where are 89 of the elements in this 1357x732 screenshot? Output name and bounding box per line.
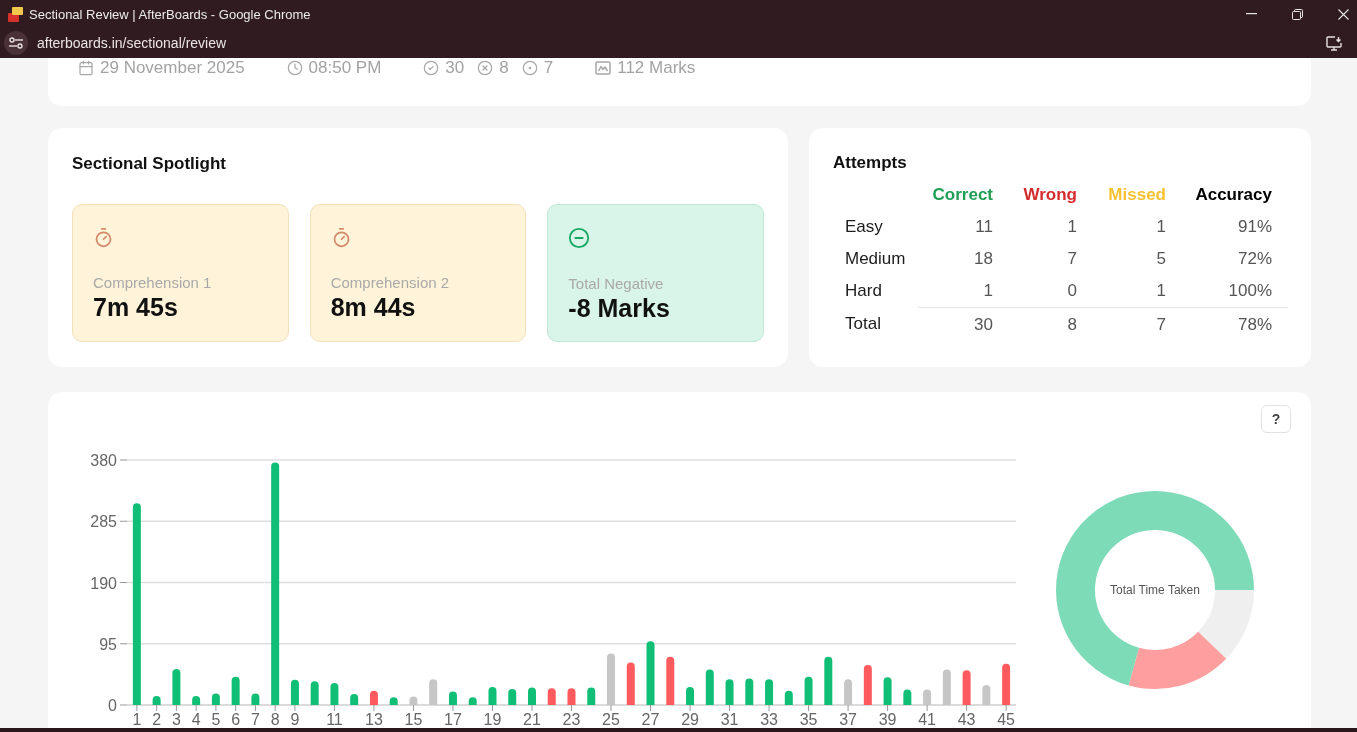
summary-stat: 8 bbox=[499, 59, 509, 77]
stopwatch-icon bbox=[93, 227, 114, 248]
clock-icon bbox=[286, 60, 303, 76]
table-cell-text: 18 bbox=[973, 248, 993, 270]
column-header: Accuracy bbox=[1194, 184, 1273, 206]
table-cell-text: 100% bbox=[1227, 280, 1273, 302]
tile-value: -8 Marks bbox=[568, 293, 670, 323]
table-cell-text: 91% bbox=[1236, 216, 1273, 238]
close-icon bbox=[1338, 8, 1349, 20]
x-axis-label: 45 bbox=[997, 711, 1015, 727]
minus-circle-icon bbox=[568, 227, 591, 249]
x-axis-label: 4 bbox=[191, 711, 201, 727]
x-axis-label: 8 bbox=[270, 711, 280, 727]
row-label: Hard bbox=[844, 280, 883, 302]
row-label: Total bbox=[844, 313, 882, 335]
dot-circle-icon bbox=[521, 60, 538, 76]
tile-value: 7m 45s bbox=[93, 292, 178, 322]
x-axis-label: 11 bbox=[326, 711, 343, 727]
table-cell-text: 0 bbox=[1066, 280, 1077, 302]
table-cell-text: 1 bbox=[1066, 216, 1077, 238]
y-axis-label: 0 bbox=[108, 697, 117, 714]
y-axis-label: 190 bbox=[90, 574, 117, 592]
table-cell-text: 1 bbox=[982, 280, 993, 302]
x-axis-label: 37 bbox=[839, 711, 857, 727]
table-cell: 78% bbox=[1166, 307, 1288, 341]
x-axis-label: 13 bbox=[365, 711, 383, 727]
table-cell: 8 bbox=[993, 307, 1077, 341]
column-header: Wrong bbox=[1022, 184, 1077, 206]
x-axis-label: 25 bbox=[602, 711, 620, 727]
x-axis-label: 21 bbox=[523, 711, 541, 727]
column-header: Correct bbox=[931, 184, 993, 206]
x-axis-label: 43 bbox=[957, 711, 976, 727]
table-cell-text: 7 bbox=[1066, 248, 1077, 270]
x-circle-icon bbox=[477, 60, 494, 76]
tile-value: 8m 44s bbox=[330, 292, 416, 322]
table-cell-text: 1 bbox=[1155, 216, 1166, 238]
card-title: Sectional Spotlight bbox=[72, 154, 227, 174]
x-axis-label: 31 bbox=[720, 711, 739, 727]
favicon-icon bbox=[8, 6, 23, 22]
x-axis-label: 19 bbox=[483, 711, 502, 727]
x-axis-label: 17 bbox=[444, 711, 462, 727]
summary-stat: 7 bbox=[543, 59, 554, 77]
card-title: Attempts bbox=[833, 153, 907, 173]
x-axis-label: 27 bbox=[641, 711, 660, 727]
x-axis-label: 41 bbox=[918, 711, 936, 727]
column-header: Missed bbox=[1107, 184, 1166, 206]
table-cell-text: 11 bbox=[974, 216, 993, 238]
tile-label: Comprehension 2 bbox=[330, 274, 450, 292]
x-axis-label: 15 bbox=[404, 711, 423, 727]
x-axis-label: 6 bbox=[231, 711, 241, 727]
x-axis-label: 2 bbox=[152, 711, 162, 727]
site-info-button[interactable] bbox=[4, 31, 28, 55]
donut-center-label: Total Time Taken bbox=[1110, 583, 1200, 597]
check-circle-icon bbox=[423, 60, 440, 76]
table-cell-text: 1 bbox=[1155, 280, 1166, 302]
table-cell: 7 bbox=[1077, 307, 1166, 341]
summary-stat: 112 Marks bbox=[617, 59, 696, 77]
x-axis-label: 1 bbox=[132, 711, 142, 727]
x-axis-label: 29 bbox=[681, 711, 699, 727]
x-axis-label: 7 bbox=[250, 711, 260, 727]
table-cell: 30 bbox=[918, 307, 993, 341]
graph-frame-icon bbox=[595, 60, 612, 76]
help-button[interactable]: ? bbox=[1261, 405, 1291, 433]
x-axis-label: 33 bbox=[760, 711, 778, 727]
url-text[interactable]: afterboards.in/sectional/review bbox=[37, 35, 227, 51]
row-label: Medium bbox=[844, 248, 907, 270]
monitor-download-icon bbox=[1326, 35, 1342, 51]
x-axis-label: 23 bbox=[562, 711, 581, 727]
table-cell-text: 72% bbox=[1236, 248, 1273, 270]
row-label: Easy bbox=[844, 216, 884, 238]
y-axis-label: 95 bbox=[99, 635, 117, 653]
x-axis-label: 9 bbox=[290, 711, 300, 727]
tile-label: Total Negative bbox=[568, 275, 664, 293]
summary-stat: 30 bbox=[445, 59, 465, 77]
calendar-icon bbox=[78, 60, 94, 76]
minimize-icon bbox=[1245, 13, 1257, 15]
x-axis-label: 35 bbox=[799, 711, 818, 727]
y-axis-label: 285 bbox=[90, 513, 117, 531]
summary-stat: 08:50 PM bbox=[308, 59, 382, 77]
table-cell-text: 5 bbox=[1155, 248, 1166, 270]
x-axis-label: 5 bbox=[211, 711, 221, 727]
restore-icon bbox=[1291, 8, 1303, 20]
y-axis-label: 380 bbox=[90, 452, 117, 469]
x-axis-label: 3 bbox=[171, 711, 181, 727]
tune-icon bbox=[9, 37, 23, 49]
x-axis-label: 39 bbox=[878, 711, 897, 727]
summary-stat: 29 November 2025 bbox=[100, 59, 245, 77]
window-title: Sectional Review | AfterBoards - Google Chrome bbox=[29, 6, 311, 22]
tile-label: Comprehension 1 bbox=[93, 274, 212, 292]
